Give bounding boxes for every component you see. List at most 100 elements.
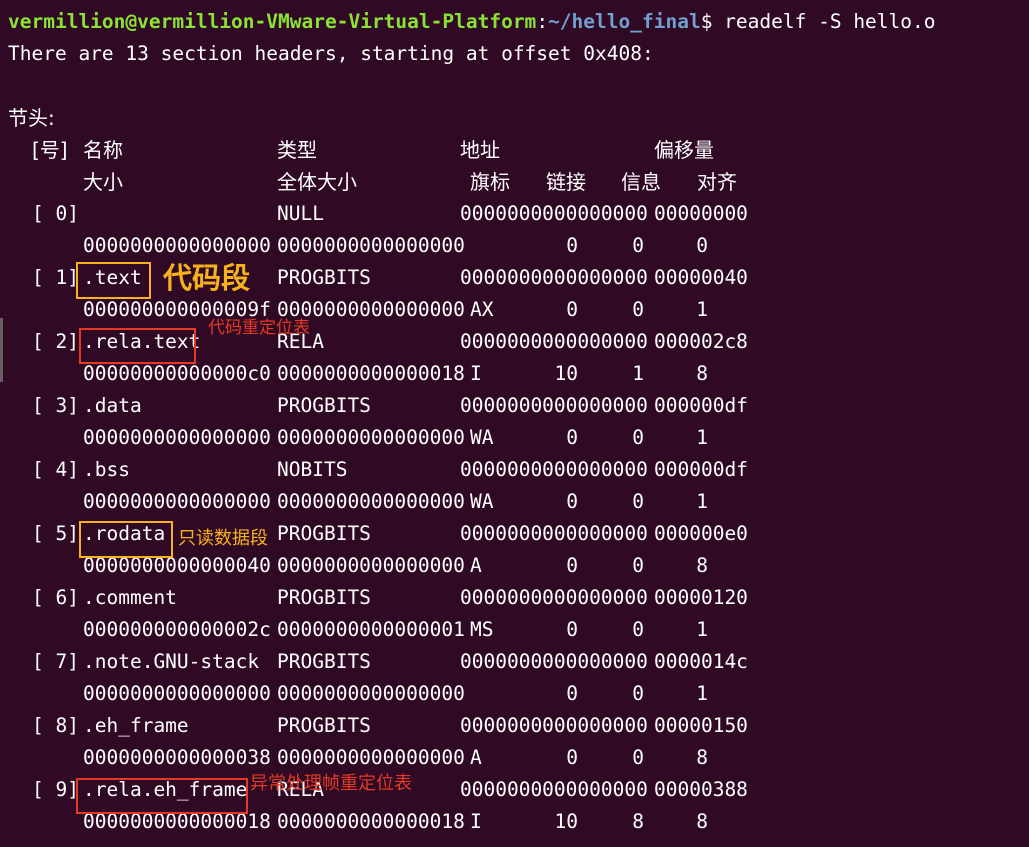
section-name: .bss: [83, 458, 130, 481]
section-align: 1: [696, 298, 708, 321]
section-entsize: 0000000000000000: [277, 490, 465, 513]
section-flags: WA: [470, 490, 494, 513]
section-align: 1: [696, 618, 708, 641]
section-align: 0: [696, 234, 708, 257]
header-info: 信息: [621, 170, 661, 194]
section-type: PROGBITS: [277, 394, 371, 417]
section-offset: 0000014c: [654, 650, 748, 673]
section-info: 8: [632, 810, 644, 833]
section-entsize: 0000000000000000: [277, 682, 465, 705]
section-link: 0: [566, 298, 578, 321]
section-name: .comment: [83, 586, 177, 609]
section-type: PROGBITS: [277, 714, 371, 737]
section-nr: [ 6]: [32, 586, 79, 609]
header-size: 大小: [83, 170, 123, 194]
section-nr: [ 3]: [32, 394, 79, 417]
section-headers-title: 节头:: [8, 106, 55, 130]
section-name: .note.GNU-stack: [83, 650, 260, 673]
section-offset: 00000388: [654, 778, 748, 801]
section-nr: [ 7]: [32, 650, 79, 673]
section-flags: AX: [470, 298, 494, 321]
section-link: 0: [566, 746, 578, 769]
header-align: 对齐: [697, 170, 737, 194]
header-name: 名称: [83, 138, 123, 162]
section-name: .eh_frame: [83, 714, 189, 737]
section-align: 1: [696, 682, 708, 705]
section-link: 0: [566, 490, 578, 513]
section-size: 0000000000000000: [83, 682, 271, 705]
section-offset: 000002c8: [654, 330, 748, 353]
prompt-symbol: $: [700, 10, 713, 33]
section-nr: [ 4]: [32, 458, 79, 481]
section-flags: A: [470, 746, 482, 769]
section-link: 0: [566, 426, 578, 449]
section-info: 0: [632, 426, 644, 449]
section-size: 0000000000000000: [83, 426, 271, 449]
section-flags: WA: [470, 426, 494, 449]
section-flags: I: [470, 362, 482, 385]
section-size: 000000000000002c: [83, 618, 271, 641]
summary-line: There are 13 section headers, starting a…: [8, 42, 654, 65]
section-offset: 00000120: [654, 586, 748, 609]
section-entsize: 0000000000000018: [277, 362, 465, 385]
header-type: 类型: [277, 138, 317, 162]
section-nr: [ 0]: [32, 202, 79, 225]
header-offset: 偏移量: [654, 138, 714, 162]
prompt-user-host: vermillion@vermillion-VMware-Virtual-Pla…: [8, 10, 537, 33]
section-align: 8: [696, 554, 708, 577]
section-address: 0000000000000000: [460, 266, 648, 289]
section-nr: [ 1]: [32, 266, 79, 289]
section-info: 0: [632, 618, 644, 641]
section-nr: [ 2]: [32, 330, 79, 353]
section-size: 0000000000000038: [83, 746, 271, 769]
section-type: PROGBITS: [277, 650, 371, 673]
section-nr: [ 5]: [32, 522, 79, 545]
section-link: 0: [566, 618, 578, 641]
section-nr: [ 8]: [32, 714, 79, 737]
header-nr: [号]: [32, 138, 68, 162]
section-info: 0: [632, 298, 644, 321]
section-address: 0000000000000000: [460, 778, 648, 801]
section-info: 1: [632, 362, 644, 385]
section-offset: 00000150: [654, 714, 748, 737]
rodata-label: 只读数据段: [178, 528, 268, 549]
rela-text-label: 代码重定位表: [208, 318, 310, 338]
section-flags: MS: [470, 618, 494, 641]
section-info: 0: [632, 490, 644, 513]
text-section-label: 代码段: [163, 261, 251, 295]
header-link: 链接: [546, 170, 586, 194]
section-address: 0000000000000000: [460, 650, 648, 673]
section-offset: 000000df: [654, 458, 748, 481]
section-type: PROGBITS: [277, 586, 371, 609]
section-flags: A: [470, 554, 482, 577]
section-link: 10: [554, 810, 578, 833]
section-entsize: 0000000000000000: [277, 554, 465, 577]
section-name: .data: [83, 394, 142, 417]
prompt-line: vermillion@vermillion-VMware-Virtual-Pla…: [8, 6, 936, 38]
section-entsize: 0000000000000000: [277, 426, 465, 449]
section-offset: 00000000: [654, 202, 748, 225]
section-entsize: 0000000000000001: [277, 618, 465, 641]
section-nr: [ 9]: [32, 778, 79, 801]
section-offset: 000000df: [654, 394, 748, 417]
section-address: 0000000000000000: [460, 202, 648, 225]
text-highlight-box: [76, 262, 151, 299]
section-link: 0: [566, 682, 578, 705]
section-address: 0000000000000000: [460, 330, 648, 353]
section-align: 8: [696, 810, 708, 833]
section-type: PROGBITS: [277, 266, 371, 289]
section-address: 0000000000000000: [460, 394, 648, 417]
section-info: 0: [632, 682, 644, 705]
header-entsize: 全体大小: [277, 170, 357, 194]
section-type: NOBITS: [277, 458, 348, 481]
section-offset: 000000e0: [654, 522, 748, 545]
scroll-indicator: [0, 318, 3, 382]
section-flags: I: [470, 810, 482, 833]
rodata-highlight-box: [79, 521, 173, 558]
section-align: 1: [696, 490, 708, 513]
section-address: 0000000000000000: [460, 714, 648, 737]
section-entsize: 0000000000000000: [277, 234, 465, 257]
section-align: 8: [696, 746, 708, 769]
section-offset: 00000040: [654, 266, 748, 289]
section-link: 10: [554, 362, 578, 385]
